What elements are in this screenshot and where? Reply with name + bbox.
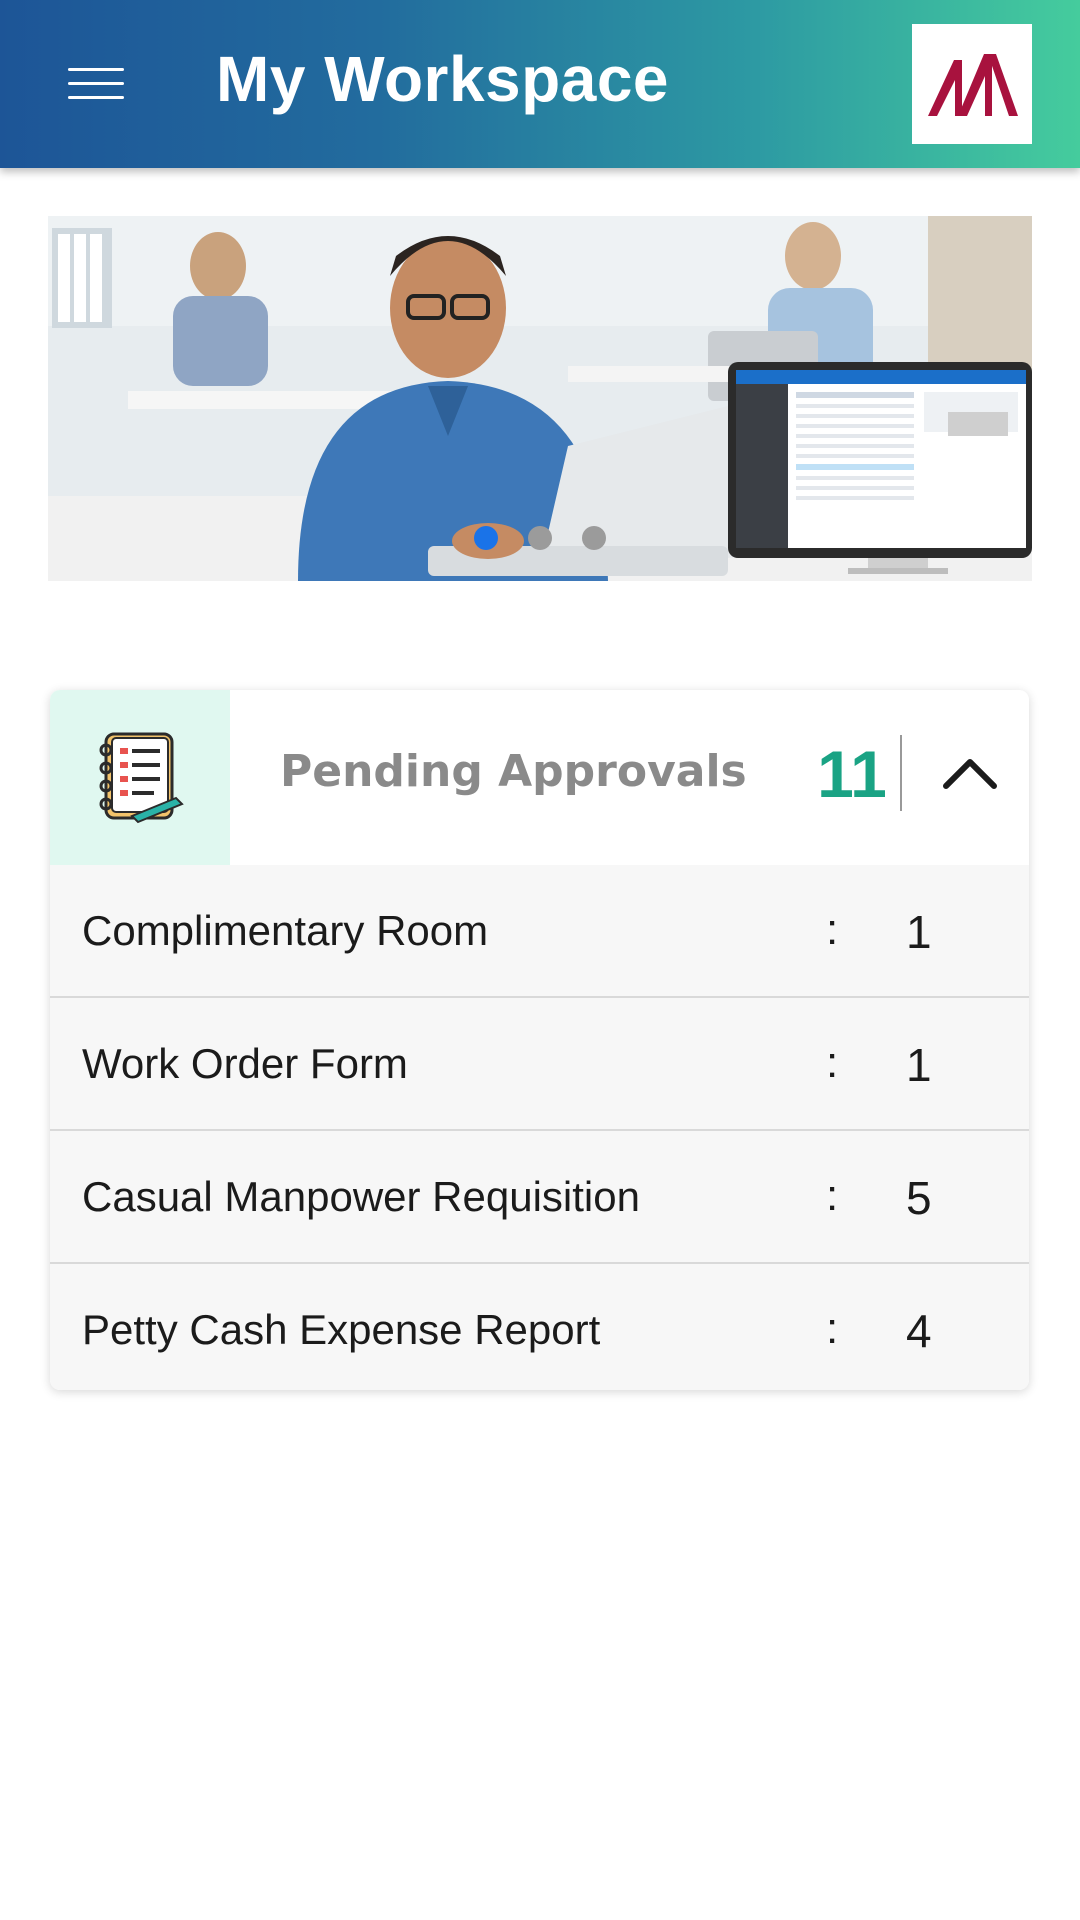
- carousel-indicators: [48, 526, 1032, 555]
- separator: :: [826, 905, 839, 954]
- pending-approvals-count: 11: [817, 737, 887, 811]
- carousel-dot-1[interactable]: [474, 526, 498, 550]
- brand-logo: [912, 24, 1032, 144]
- approval-item-count: 5: [906, 1172, 932, 1224]
- notebook-checklist-icon: [99, 732, 184, 824]
- separator: :: [826, 1304, 839, 1353]
- page-title: My Workspace: [216, 43, 669, 115]
- separator: :: [826, 1038, 839, 1087]
- approval-item-label: Complimentary Room: [82, 907, 489, 954]
- banner-carousel[interactable]: [48, 216, 1032, 581]
- approval-item-count: 4: [906, 1305, 932, 1357]
- header-divider: [900, 735, 902, 811]
- carousel-dot-3[interactable]: [582, 526, 606, 550]
- marriott-logo-icon: [928, 54, 1018, 116]
- chevron-up-icon: [943, 759, 997, 789]
- list-item[interactable]: Petty Cash Expense Report : 4: [50, 1264, 1029, 1390]
- list-item[interactable]: Casual Manpower Requisition : 5: [50, 1131, 1029, 1264]
- approval-item-count: 1: [906, 906, 932, 958]
- app-bar: My Workspace: [0, 0, 1080, 168]
- pending-approvals-header[interactable]: Pending Approvals 11: [50, 690, 1029, 865]
- approval-item-label: Petty Cash Expense Report: [82, 1306, 601, 1353]
- approvals-icon-tile: [50, 690, 230, 865]
- pending-approvals-card: Pending Approvals 11 Complimentary Room …: [50, 690, 1029, 1390]
- list-item[interactable]: Work Order Form : 1: [50, 998, 1029, 1131]
- approval-item-label: Work Order Form: [82, 1040, 408, 1087]
- approval-list: Complimentary Room : 1 Work Order Form :…: [50, 865, 1029, 1390]
- pending-approvals-title: Pending Approvals: [280, 746, 747, 797]
- list-item[interactable]: Complimentary Room : 1: [50, 865, 1029, 998]
- hamburger-menu-icon[interactable]: [56, 58, 132, 108]
- separator: :: [826, 1171, 839, 1220]
- approval-item-label: Casual Manpower Requisition: [82, 1173, 640, 1220]
- carousel-dot-2[interactable]: [528, 526, 552, 550]
- approval-item-count: 1: [906, 1039, 932, 1091]
- collapse-toggle-button[interactable]: [930, 734, 1010, 814]
